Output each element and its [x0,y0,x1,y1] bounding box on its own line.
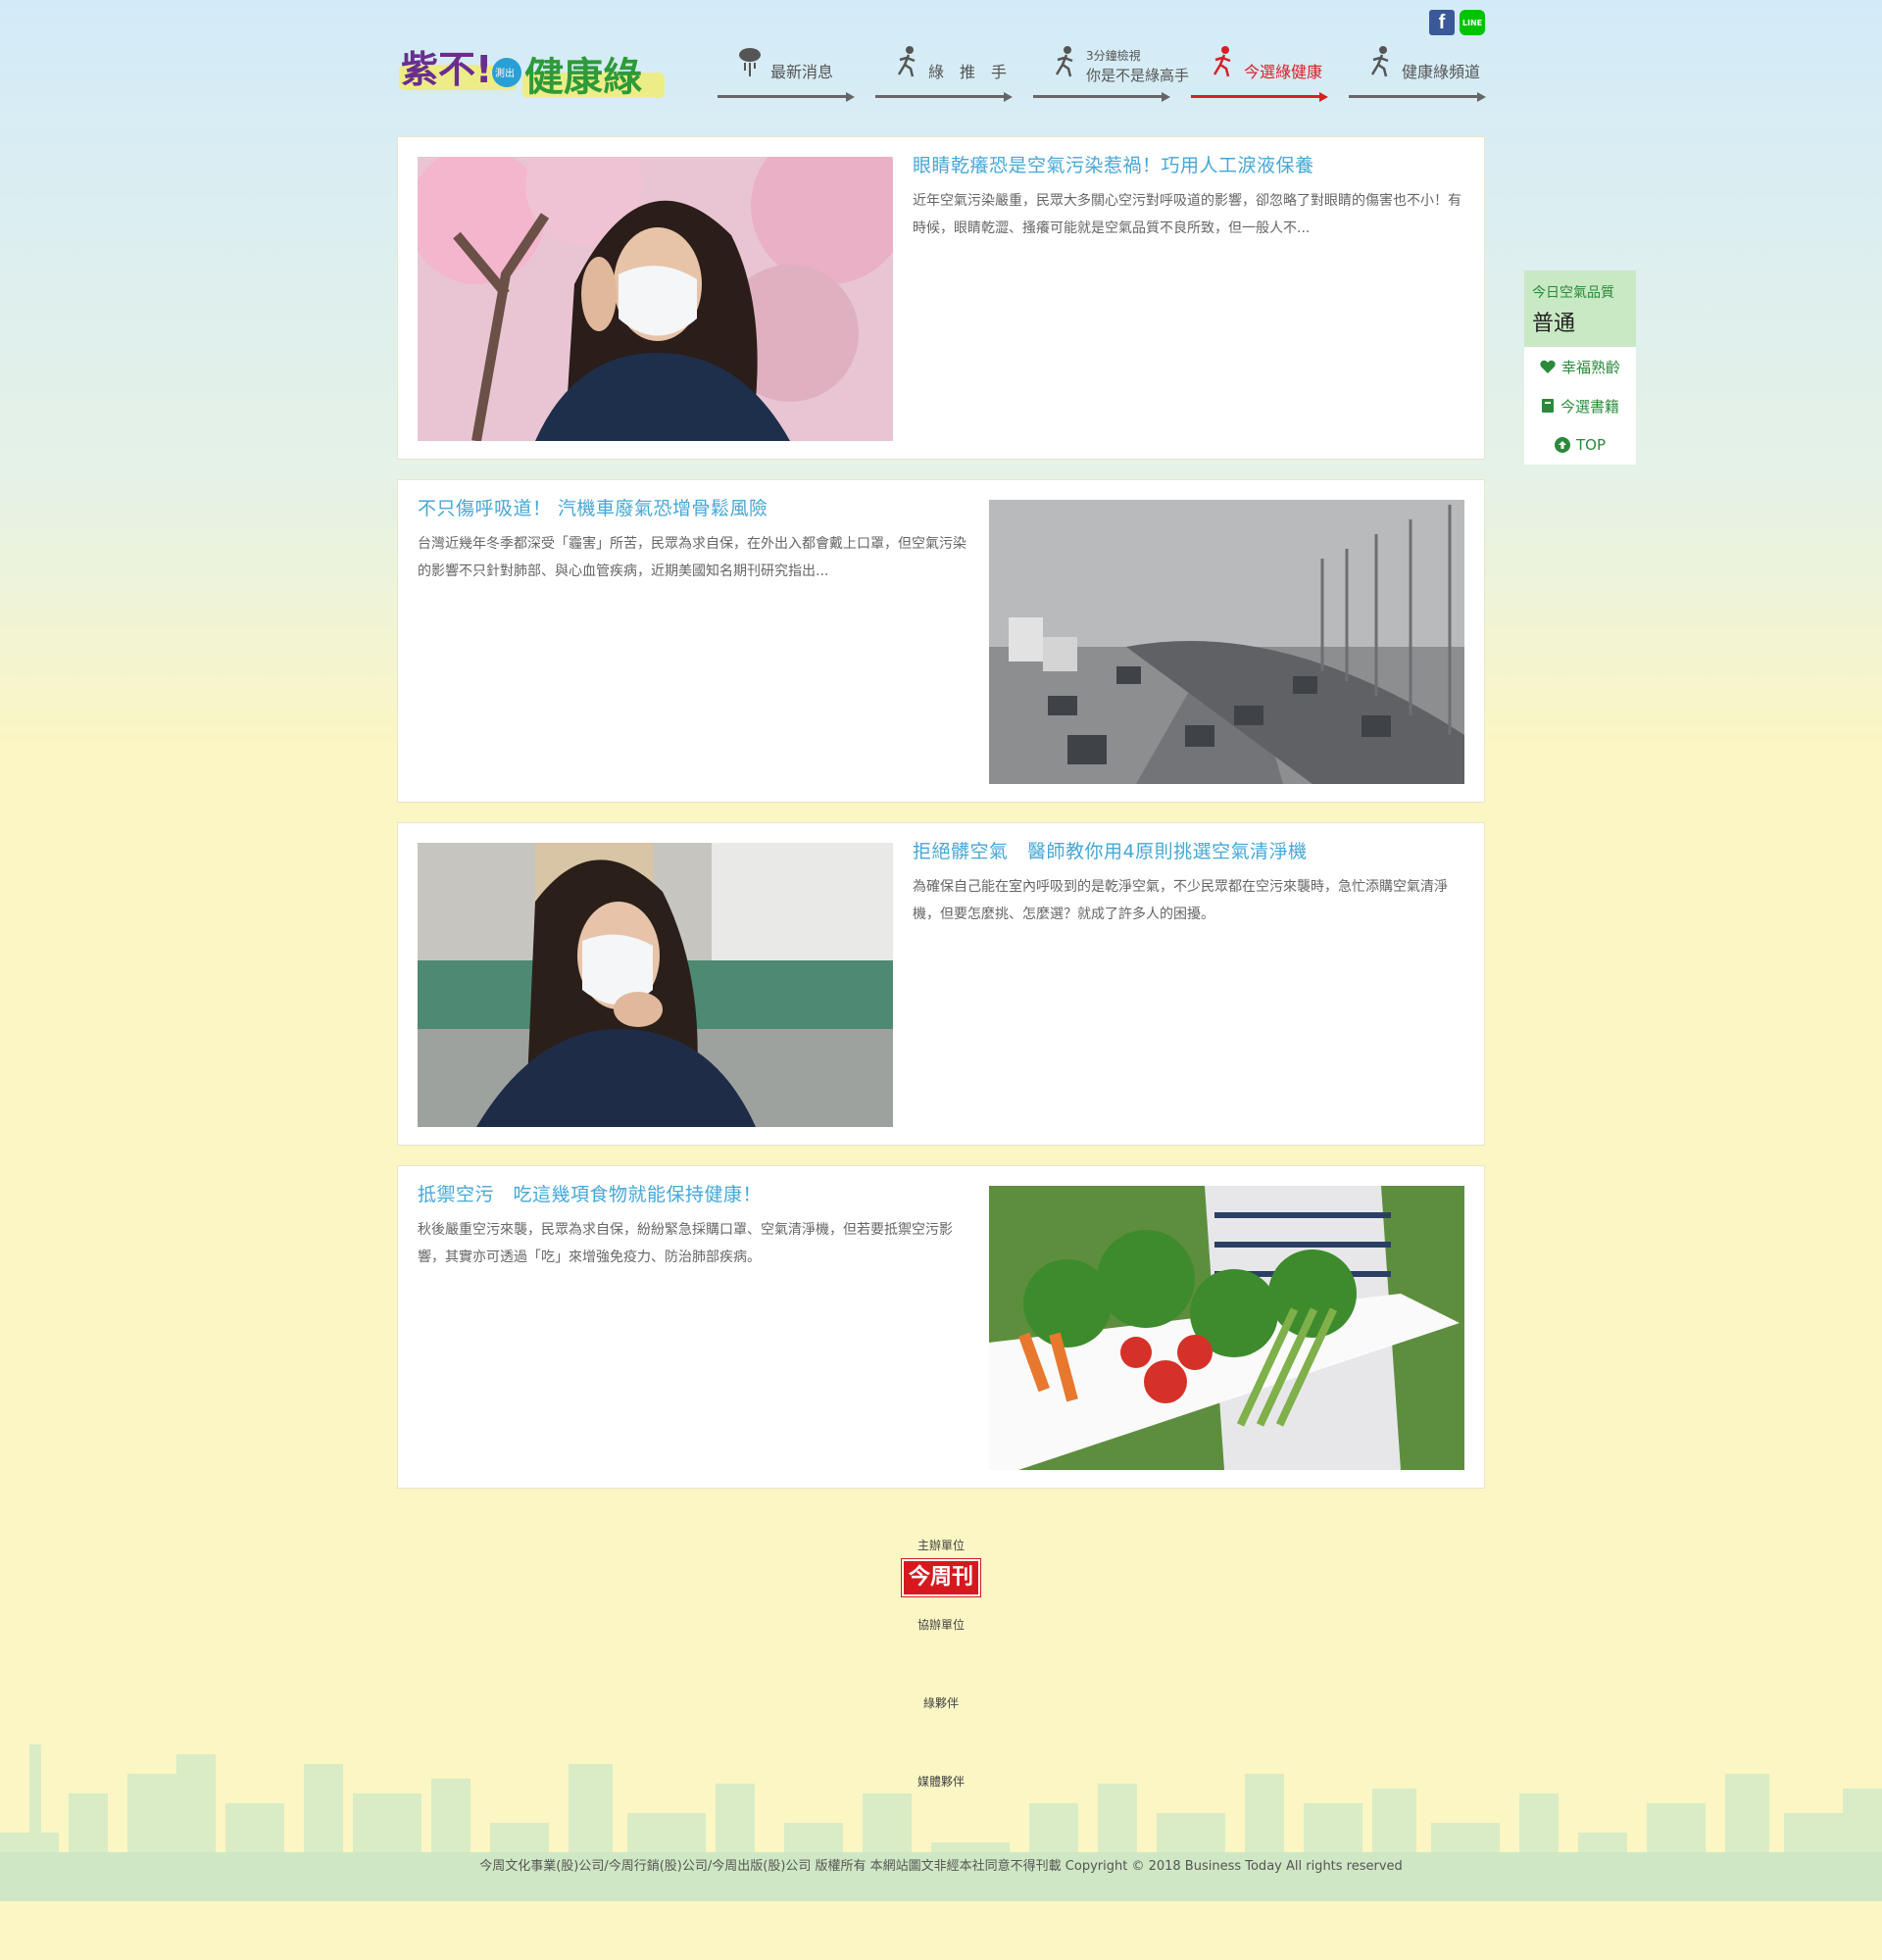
nav-arrow [1477,92,1486,102]
article-excerpt: 秋後嚴重空污來襲，民眾為求自保，紛紛緊急採購口罩、空氣清淨機，但若要抵禦空污影響… [418,1222,953,1265]
article-image[interactable] [989,500,1464,784]
main-nav: 最新消息 綠 推 手 3分鐘檢視 你是不是綠高手 今選綠健康 健康綠頻道 [718,39,1486,102]
co-organizer-label: 協辦單位 [916,1618,965,1632]
cloud-rain-icon [739,48,761,76]
runner-icon [897,46,916,77]
article-card: 拒絕髒空氣 醫師教你用4原則挑選空氣清淨機 為確保自己能在室內呼吸到的是乾淨空氣… [397,822,1485,1146]
article-excerpt: 台灣近幾年冬季都深受「霾害」所苦，民眾為求自保，在外出入都會戴上口罩，但空氣污染… [418,536,966,579]
article-image[interactable] [989,1186,1464,1470]
footer-partner: 綠夥伴 [0,1694,1882,1711]
sidebar-link-senior[interactable]: 幸福熟齡 [1524,347,1636,386]
nav-label: 今選綠健康 [1244,63,1323,81]
nav-label: 綠 推 手 [928,63,1008,81]
logo-title: 紫不! [401,48,492,91]
footer-copyright: 今周文化事業(股)公司/今周行銷(股)公司/今周出版(股)公司 版權所有 本網站… [0,1855,1882,1874]
social-links: f LINE [1429,10,1485,35]
line-icon[interactable]: LINE [1460,10,1485,35]
nav-item-news[interactable]: 最新消息 [718,39,855,102]
nav-arrow [846,92,855,102]
footer-organizer: 主辦單位 今周刊 [0,1537,1882,1596]
article-title[interactable]: 眼睛乾癢恐是空氣污染惹禍！巧用人工淚液保養 [913,151,1466,177]
article-text: 眼睛乾癢恐是空氣污染惹禍！巧用人工淚液保養 近年空氣污染嚴重，民眾大多關心空污對… [913,151,1466,242]
nav-underline [875,95,1009,98]
svg-text:測出: 測出 [495,67,515,79]
article-excerpt: 為確保自己能在室內呼吸到的是乾淨空氣，不少民眾都在空污來襲時，急忙添購空氣清淨機… [913,879,1448,922]
facebook-icon[interactable]: f [1429,10,1455,35]
arrow-up-circle-icon [1554,437,1570,453]
footer-co-organizer: 協辦單位 [0,1616,1882,1633]
footer-media: 媒體夥伴 [0,1773,1882,1789]
nav-label: 健康綠頻道 [1402,63,1481,81]
nav-sublabel: 3分鐘檢視 [1086,49,1141,63]
sidebar-link-label: 今選書籍 [1560,397,1619,416]
article-text: 不只傷呼吸道！ 汽機車廢氣恐增骨鬆風險 台灣近幾年冬季都深受「霾害」所苦，民眾為… [418,494,966,585]
article-title[interactable]: 拒絕髒空氣 醫師教你用4原則挑選空氣清淨機 [913,837,1466,863]
article-card: 不只傷呼吸道！ 汽機車廢氣恐增骨鬆風險 台灣近幾年冬季都深受「霾害」所苦，民眾為… [397,479,1485,803]
business-today-logo[interactable]: 今周刊 [902,1559,980,1596]
nav-arrow [1319,92,1328,102]
nav-item-channel[interactable]: 健康綠頻道 [1349,39,1486,102]
nav-label: 最新消息 [770,63,834,81]
air-quality-title: 今日空氣品質 [1532,285,1614,301]
article-text: 抵禦空污 吃這幾項食物就能保持健康！ 秋後嚴重空污來襲，民眾為求自保，紛紛緊急採… [418,1180,966,1271]
article-excerpt: 近年空氣污染嚴重，民眾大多關心空污對呼吸道的影響，卻忽略了對眼睛的傷害也不小！有… [913,193,1461,236]
nav-underline [718,95,851,98]
heart-icon [1540,360,1556,373]
nav-label: 你是不是綠高手 [1086,67,1190,84]
nav-underline [1349,95,1482,98]
copyright-text: 今周文化事業(股)公司/今周行銷(股)公司/今周出版(股)公司 版權所有 本網站… [479,1859,1403,1874]
nav-arrow [1004,92,1013,102]
nav-item-quiz[interactable]: 3分鐘檢視 你是不是綠高手 [1033,39,1189,102]
runner-red-icon [1213,46,1231,77]
article-card: 抵禦空污 吃這幾項食物就能保持健康！ 秋後嚴重空污來襲，民眾為求自保，紛紛緊急採… [397,1165,1485,1489]
logo-main: 健康綠 [524,55,642,100]
air-quality-value: 普通 [1532,312,1576,336]
partner-label: 綠夥伴 [922,1696,959,1710]
site-logo[interactable]: 紫不! 測出 健康綠 [397,25,667,102]
nav-item-green-promoter[interactable]: 綠 推 手 [875,39,1013,102]
media-partner-label: 媒體夥伴 [916,1775,965,1788]
nav-underline [1033,95,1166,98]
article-title[interactable]: 不只傷呼吸道！ 汽機車廢氣恐增骨鬆風險 [418,494,966,520]
nav-arrow [1162,92,1170,102]
organizer-label: 主辦單位 [916,1539,965,1552]
air-quality-panel: 今日空氣品質 普通 [1524,270,1636,347]
sidebar-link-top[interactable]: TOP [1524,425,1636,465]
article-title[interactable]: 抵禦空污 吃這幾項食物就能保持健康！ [418,1180,966,1206]
city-skyline-decoration [0,1744,1882,1901]
sidebar-link-label: TOP [1575,436,1606,454]
runner-icon [1370,46,1389,77]
sidebar-link-books[interactable]: 今選書籍 [1524,386,1636,425]
article-card: 眼睛乾癢恐是空氣污染惹禍！巧用人工淚液保養 近年空氣污染嚴重，民眾大多關心空污對… [397,136,1485,460]
nav-underline [1191,95,1324,98]
article-image[interactable] [418,157,893,441]
sidebar-link-label: 幸福熟齡 [1560,358,1620,376]
runner-icon [1055,46,1073,77]
floating-sidebar: 今日空氣品質 普通 幸福熟齡 今選書籍 TOP [1524,270,1636,465]
book-icon [1541,399,1554,413]
article-text: 拒絕髒空氣 醫師教你用4原則挑選空氣清淨機 為確保自己能在室內呼吸到的是乾淨空氣… [913,837,1466,928]
nav-item-green-health[interactable]: 今選綠健康 [1191,39,1328,102]
article-image[interactable] [418,843,893,1127]
